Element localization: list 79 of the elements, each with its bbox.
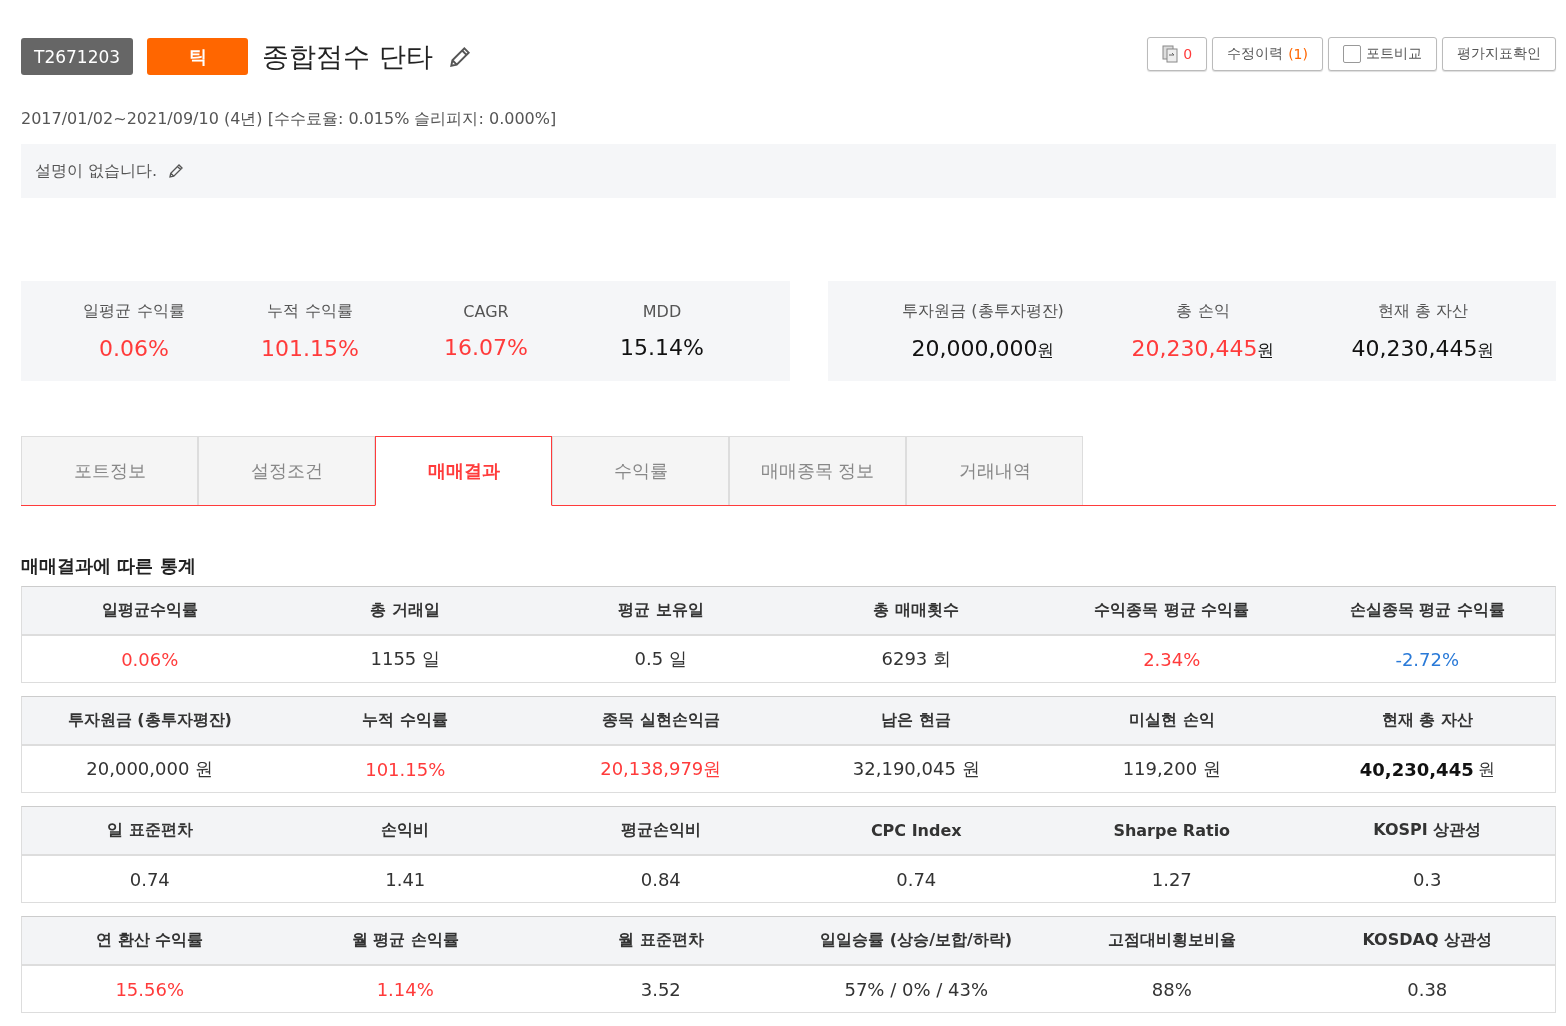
table-cell-text: 1.27	[1150, 867, 1193, 892]
table-cell-text: 57% / 0% / 43%	[843, 977, 990, 1002]
summary-label: CAGR	[463, 302, 509, 321]
strategy-code: T2671203	[21, 38, 134, 75]
column-header: 종목 실현손익금	[533, 697, 789, 746]
column-header: 손실종목 평균 수익률	[1299, 587, 1555, 636]
column-header: 고점대비횡보비율	[1044, 917, 1300, 966]
table-cell-text: 119,200 원	[1121, 757, 1222, 781]
column-header: 평균손익비	[533, 807, 789, 856]
table-cell-text: 0.06%	[120, 647, 180, 672]
column-header: 투자원금 (총투자평잔)	[22, 697, 278, 746]
compare-checkbox[interactable]: 포트비교	[1328, 36, 1437, 71]
table-cell-text: 1.14%	[375, 977, 435, 1002]
column-header: 현재 총 자산	[1299, 697, 1555, 746]
summary-label: 누적 수익률	[267, 301, 353, 322]
strategy-title: 종합점수 단타	[262, 39, 433, 74]
summary-label: 일평균 수익률	[83, 301, 185, 322]
period-text: 2017/01/02~2021/09/10 (4년) [수수료율: 0.015% 슬리피지: 0.000%]	[21, 109, 558, 130]
table-cell-text: 0.84	[639, 867, 682, 892]
summary-label: 총 손익	[1176, 300, 1230, 322]
summary-value: 20,230,445원	[1131, 335, 1275, 362]
column-header: 일 표준편차	[22, 807, 278, 856]
tab[interactable]: 매매결과	[375, 436, 552, 506]
column-header: 평균 보유일	[533, 587, 789, 636]
summary-value: 15.14%	[620, 335, 704, 360]
column-header: 일평균수익률	[22, 587, 278, 636]
table-cell-text: 0.38	[1406, 977, 1449, 1002]
table-cell-text: 3.52	[639, 977, 682, 1002]
column-header: 수익종목 평균 수익률	[1044, 587, 1300, 636]
tab[interactable]: 포트정보	[21, 436, 198, 505]
tab[interactable]: 거래내역	[906, 436, 1083, 505]
table-cell-text: 0.5 일	[633, 647, 688, 671]
summary-value: 101.15%	[261, 336, 359, 361]
column-header: 월 표준편차	[533, 917, 789, 966]
column-header: Sharpe Ratio	[1044, 807, 1300, 856]
summary-value: 20,000,000원	[911, 335, 1055, 362]
column-header: 남은 현금	[788, 697, 1044, 746]
tab[interactable]: 수익률	[552, 436, 729, 505]
tab[interactable]: 매매종목 정보	[729, 436, 906, 505]
column-header: 총 매매횟수	[788, 587, 1044, 636]
table-cell-text: 40,230,445 원	[1358, 757, 1496, 782]
column-header: 미실현 손익	[1044, 697, 1300, 746]
column-header: 누적 수익률	[277, 697, 533, 746]
table-cell-text: 88%	[1150, 977, 1193, 1002]
copy-icon	[1162, 44, 1179, 63]
table-cell-text: 20,138,979원	[599, 757, 723, 781]
type-badge: 틱	[147, 38, 249, 75]
column-header: CPC Index	[788, 807, 1044, 856]
table-cell-text: 6293 회	[880, 647, 952, 671]
column-header: 총 거래일	[277, 587, 533, 636]
column-header: 손익비	[277, 807, 533, 856]
column-header: 월 평균 손익률	[277, 917, 533, 966]
column-header: 일일승률 (상승/보합/하락)	[788, 917, 1044, 966]
description-text: 설명이 없습니다.	[35, 160, 158, 182]
table-cell-text: 0.74	[895, 867, 938, 892]
table-cell-text: 15.56%	[114, 977, 186, 1002]
copy-count-button[interactable]: 0	[1147, 36, 1208, 71]
table-cell-text: 1.41	[384, 867, 427, 892]
table-cell-text: 1155 일	[369, 647, 441, 671]
summary-label: 투자원금 (총투자평잔)	[902, 300, 1064, 322]
tab[interactable]: 설정조건	[198, 436, 375, 505]
table-cell-text: 32,190,045 원	[851, 757, 981, 781]
metrics-button[interactable]: 평가지표확인	[1442, 36, 1556, 71]
table-cell-text: 0.74	[128, 867, 171, 892]
summary-value: 40,230,445원	[1351, 335, 1495, 362]
summary-label: MDD	[642, 302, 682, 321]
summary-value: 0.06%	[99, 336, 169, 361]
history-button[interactable]: 수정이력 (1)	[1212, 36, 1323, 71]
column-header: 연 환산 수익률	[22, 917, 278, 966]
table-cell-text: -2.72%	[1394, 647, 1461, 672]
section-title: 매매결과에 따른 통계	[21, 554, 197, 578]
table-cell-text: 0.3	[1411, 867, 1443, 892]
table-cell-text: 20,000,000 원	[85, 757, 215, 781]
table-cell-text: 2.34%	[1142, 647, 1202, 672]
column-header: KOSDAQ 상관성	[1299, 917, 1555, 966]
table-cell-text: 101.15%	[364, 757, 447, 782]
column-header: KOSPI 상관성	[1299, 807, 1555, 856]
summary-value: 16.07%	[444, 335, 528, 360]
summary-label: 현재 총 자산	[1377, 300, 1469, 322]
